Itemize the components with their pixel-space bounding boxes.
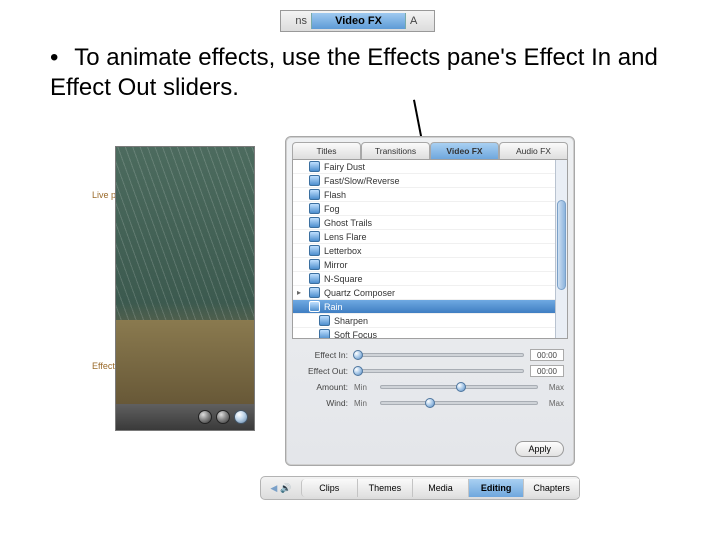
- effect-row[interactable]: Lens Flare: [293, 230, 567, 244]
- wind-slider[interactable]: [380, 401, 538, 405]
- effect-label: Letterbox: [324, 246, 362, 256]
- effect-row[interactable]: Sharpen: [293, 314, 567, 328]
- bottom-tab-clips[interactable]: Clips: [301, 479, 357, 497]
- slider-knob[interactable]: [353, 366, 363, 376]
- effects-list[interactable]: Fairy Dust Fast/Slow/Reverse Flash Fog Ghost…: [292, 159, 568, 339]
- effect-icon: [309, 259, 320, 270]
- panel-tabs: TitlesTransitionsVideo FXAudio FX: [286, 137, 574, 159]
- effect-label: N-Square: [324, 274, 363, 284]
- apply-button[interactable]: Apply: [515, 441, 564, 457]
- effect-row[interactable]: Letterbox: [293, 244, 567, 258]
- effects-panel: TitlesTransitionsVideo FXAudio FX Fairy …: [285, 136, 575, 466]
- instruction-text: To animate effects, use the Effects pane…: [50, 44, 658, 101]
- effect-icon: [309, 161, 320, 172]
- effect-row[interactable]: Mirror: [293, 258, 567, 272]
- effect-icon: [309, 273, 320, 284]
- effect-out-row: Effect Out: 00:00: [296, 363, 564, 379]
- effect-in-slider[interactable]: [354, 353, 524, 357]
- scrollbar[interactable]: [555, 160, 567, 338]
- effect-icon: [309, 287, 320, 298]
- slider-knob[interactable]: [456, 382, 466, 392]
- effect-row[interactable]: ▸ Quartz Composer: [293, 286, 567, 300]
- effect-label: Fairy Dust: [324, 162, 365, 172]
- panel-tab-audio-fx[interactable]: Audio FX: [499, 142, 568, 159]
- amount-slider[interactable]: [380, 385, 538, 389]
- figure: Live preview Effect-specific sliders Tit…: [110, 128, 590, 510]
- effect-label: Mirror: [324, 260, 348, 270]
- bottom-tabstrip: ◀ 🔊 ClipsThemesMediaEditingChapters: [260, 476, 580, 500]
- effect-out-slider[interactable]: [354, 369, 524, 373]
- panel-tab-titles[interactable]: Titles: [292, 142, 361, 159]
- scrollbar-thumb[interactable]: [557, 200, 566, 290]
- effect-in-row: Effect In: 00:00: [296, 347, 564, 363]
- preview-pane: [115, 146, 255, 431]
- bullet-dot: •: [50, 43, 68, 73]
- effect-in-value[interactable]: 00:00: [530, 349, 564, 361]
- slider-group: Effect In: 00:00 Effect Out: 00:00 Amoun…: [296, 347, 564, 411]
- effect-row[interactable]: Fog: [293, 202, 567, 216]
- effect-row[interactable]: Fairy Dust: [293, 160, 567, 174]
- panel-tab-video-fx[interactable]: Video FX: [430, 142, 499, 159]
- disclosure-triangle-icon[interactable]: ▸: [297, 288, 305, 297]
- effect-icon: [309, 217, 320, 228]
- effect-icon: [309, 245, 320, 256]
- effect-label: Quartz Composer: [324, 288, 395, 298]
- tab-fragment-left: ns: [281, 15, 311, 27]
- effect-label: Soft Focus: [334, 330, 377, 340]
- preview-control-icon[interactable]: [198, 410, 212, 424]
- preview-footer: [116, 404, 254, 430]
- volume-control[interactable]: ◀ 🔊: [261, 483, 301, 494]
- effect-row[interactable]: Soft Focus: [293, 328, 567, 339]
- bottom-tab-themes[interactable]: Themes: [357, 479, 413, 497]
- bottom-tab-chapters[interactable]: Chapters: [523, 479, 579, 497]
- effect-label: Ghost Trails: [324, 218, 372, 228]
- effect-row[interactable]: Ghost Trails: [293, 216, 567, 230]
- effect-row[interactable]: Flash: [293, 188, 567, 202]
- tab-video-fx[interactable]: Video FX: [311, 13, 406, 29]
- bottom-tab-editing[interactable]: Editing: [468, 479, 524, 497]
- effect-out-value[interactable]: 00:00: [530, 365, 564, 377]
- amount-row: Amount: Min Max: [296, 379, 564, 395]
- effect-icon: [319, 329, 330, 339]
- speaker-icon: 🔊: [280, 483, 291, 494]
- header-tabstrip-fragment: ns Video FX A: [280, 10, 435, 32]
- wind-row: Wind: Min Max: [296, 395, 564, 411]
- effect-label: Flash: [324, 190, 346, 200]
- effect-label: Rain: [324, 302, 343, 312]
- tab-fragment-right: A: [406, 15, 434, 27]
- slider-knob[interactable]: [425, 398, 435, 408]
- effect-row[interactable]: N-Square: [293, 272, 567, 286]
- effect-icon: [309, 175, 320, 186]
- effect-row[interactable]: Rain: [293, 300, 567, 314]
- effect-icon: [319, 315, 330, 326]
- instruction-bullet: • To animate effects, use the Effects pa…: [50, 43, 660, 103]
- effect-icon: [309, 189, 320, 200]
- amount-label: Amount:: [296, 382, 348, 392]
- effect-in-label: Effect In:: [296, 350, 348, 360]
- bottom-tab-media[interactable]: Media: [412, 479, 468, 497]
- effect-label: Fast/Slow/Reverse: [324, 176, 400, 186]
- accept-icon[interactable]: [234, 410, 248, 424]
- effect-icon: [309, 231, 320, 242]
- panel-tab-transitions[interactable]: Transitions: [361, 142, 430, 159]
- effect-icon: [309, 203, 320, 214]
- effect-label: Sharpen: [334, 316, 368, 326]
- effect-label: Lens Flare: [324, 232, 367, 242]
- effect-icon: [309, 301, 320, 312]
- slider-knob[interactable]: [353, 350, 363, 360]
- wind-label: Wind:: [296, 398, 348, 408]
- effect-label: Fog: [324, 204, 340, 214]
- close-icon[interactable]: [216, 410, 230, 424]
- effect-out-label: Effect Out:: [296, 366, 348, 376]
- chevron-left-icon[interactable]: ◀: [270, 483, 277, 494]
- effect-row[interactable]: Fast/Slow/Reverse: [293, 174, 567, 188]
